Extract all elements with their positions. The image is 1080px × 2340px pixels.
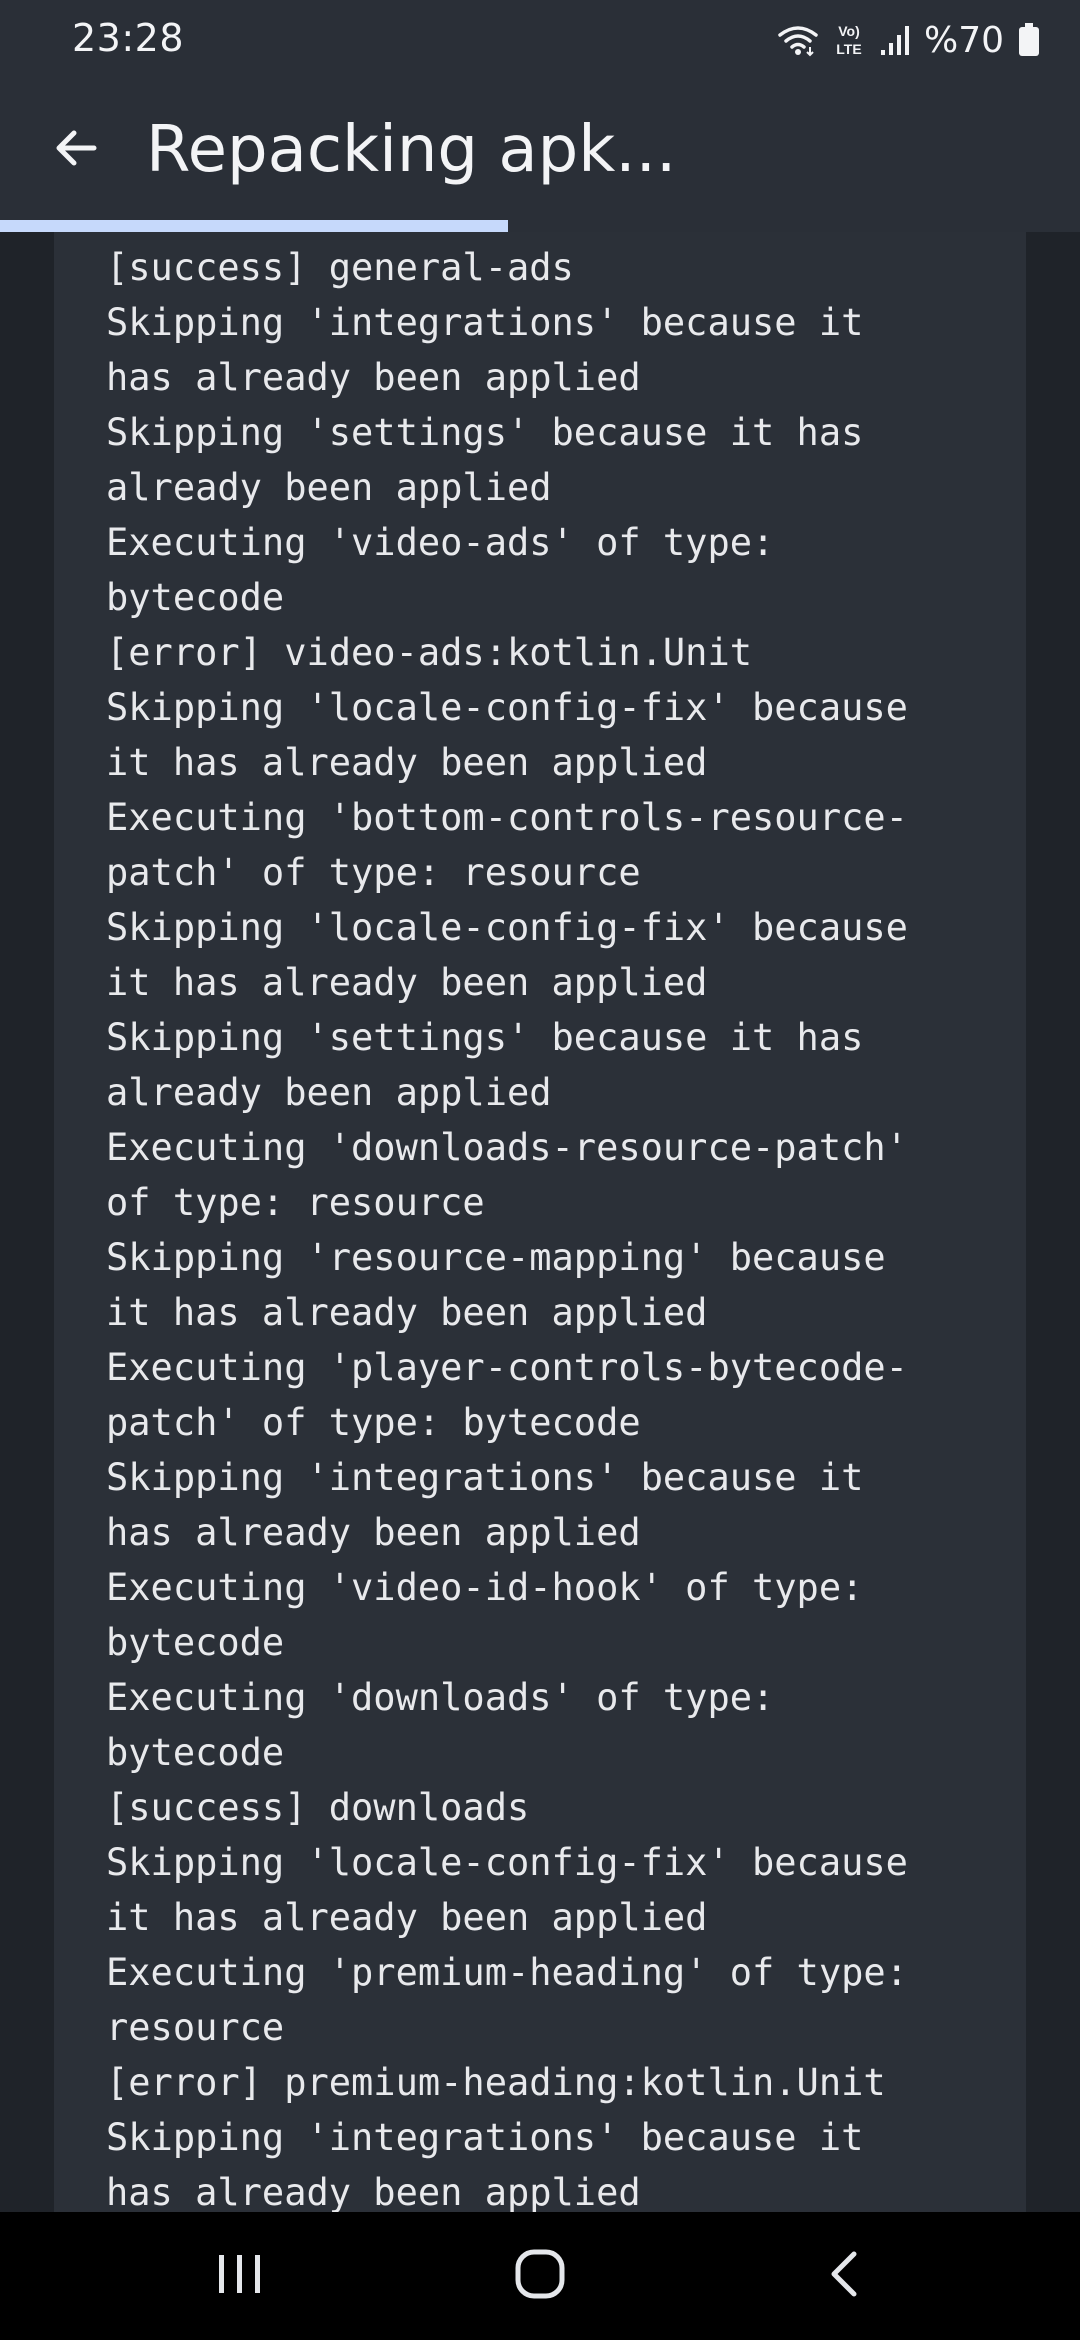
- log-line: Skipping 'integrations' because it: [106, 301, 864, 344]
- volte-icon: Vo) LTE: [832, 21, 866, 59]
- log-line: Executing 'bottom-controls-resource-: [106, 796, 908, 839]
- progress-fill: [0, 220, 508, 232]
- log-line: Skipping 'resource-mapping' because: [106, 1236, 886, 1279]
- log-line: patch' of type: resource: [106, 851, 641, 894]
- log-line: it has already been applied: [106, 1896, 708, 1939]
- home-button[interactable]: [480, 2240, 600, 2312]
- log-line: it has already been applied: [106, 741, 708, 784]
- log-line: bytecode: [106, 1621, 285, 1664]
- log-line: Executing 'premium-heading' of type:: [106, 1951, 908, 1994]
- back-button[interactable]: [40, 114, 112, 186]
- log-line: [success] downloads: [106, 1786, 530, 1829]
- app-bar: Repacking apk...: [0, 80, 1080, 220]
- progress-bar: [0, 220, 1080, 232]
- home-icon: [514, 2248, 566, 2305]
- navigation-bar: [0, 2212, 1080, 2340]
- log-line: Skipping 'settings' because it has: [106, 411, 864, 454]
- log-output[interactable]: [success] general-ads Skipping 'integrati…: [54, 232, 1026, 2212]
- log-line: bytecode: [106, 576, 285, 619]
- log-line: has already been applied: [106, 356, 641, 399]
- log-line: has already been applied: [106, 2171, 641, 2212]
- log-line: has already been applied: [106, 1511, 641, 1554]
- status-bar: 23:28 Vo) LTE %70: [0, 0, 1080, 80]
- signal-icon: [880, 24, 910, 56]
- log-line: Executing 'video-id-hook' of type:: [106, 1566, 864, 1609]
- log-line: Executing 'downloads' of type:: [106, 1676, 775, 1719]
- wifi-icon: [778, 23, 818, 57]
- log-line: Skipping 'locale-config-fix' because: [106, 1841, 908, 1884]
- svg-text:LTE: LTE: [836, 41, 861, 57]
- recent-apps-button[interactable]: [180, 2240, 300, 2312]
- log-line: it has already been applied: [106, 1291, 708, 1334]
- log-line: Skipping 'settings' because it has: [106, 1016, 864, 1059]
- nav-back-button[interactable]: [784, 2240, 904, 2312]
- log-line: [error] video-ads:kotlin.Unit: [106, 631, 753, 674]
- log-line: Skipping 'integrations' because it: [106, 2116, 864, 2159]
- page-title: Repacking apk...: [146, 113, 677, 187]
- log-line: [success] general-ads: [106, 246, 574, 289]
- log-text: [success] general-ads Skipping 'integrati…: [106, 240, 986, 2212]
- log-line: Executing 'video-ads' of type:: [106, 521, 775, 564]
- log-line: Skipping 'locale-config-fix' because: [106, 686, 908, 729]
- log-line: of type: resource: [106, 1181, 485, 1224]
- log-line: it has already been applied: [106, 961, 708, 1004]
- recent-apps-icon: [215, 2251, 265, 2302]
- log-line: Executing 'downloads-resource-patch': [106, 1126, 908, 1169]
- log-line: Skipping 'locale-config-fix' because: [106, 906, 908, 949]
- log-line: patch' of type: bytecode: [106, 1401, 641, 1444]
- svg-text:Vo): Vo): [838, 23, 860, 39]
- log-line: [error] premium-heading:kotlin.Unit: [106, 2061, 886, 2104]
- arrow-left-icon: [52, 124, 100, 177]
- log-line: Executing 'player-controls-bytecode-: [106, 1346, 908, 1389]
- log-line: already been applied: [106, 1071, 552, 1114]
- log-line: resource: [106, 2006, 285, 2049]
- status-time: 23:28: [72, 16, 185, 60]
- status-icons: Vo) LTE %70: [778, 16, 1040, 64]
- battery-percent: %70: [923, 19, 1004, 61]
- battery-icon: [1018, 23, 1040, 57]
- log-line: bytecode: [106, 1731, 285, 1774]
- log-line: already been applied: [106, 466, 552, 509]
- log-line: Skipping 'integrations' because it: [106, 1456, 864, 1499]
- back-icon: [824, 2248, 864, 2305]
